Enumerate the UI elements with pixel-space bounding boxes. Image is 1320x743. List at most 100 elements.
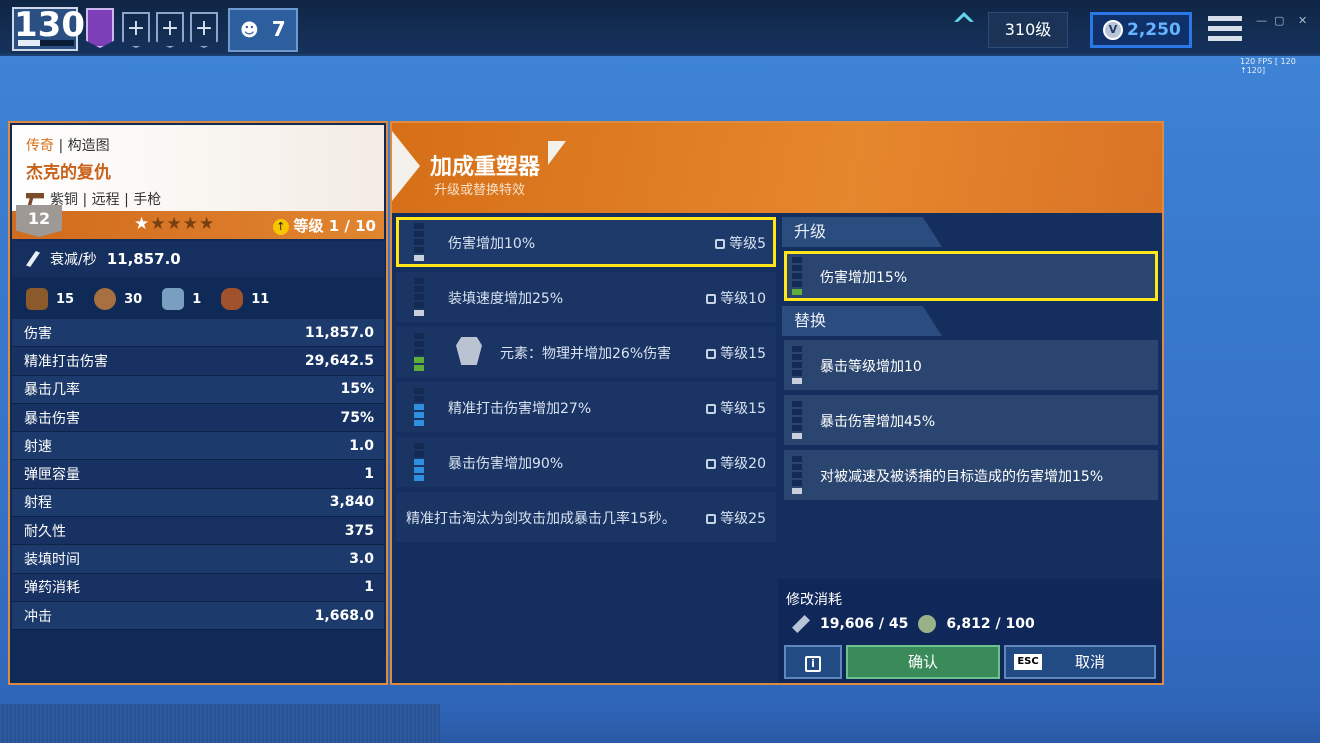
stat-label: 弹药消耗 (24, 580, 80, 597)
stat-row: 伤害 11,857.0 (12, 319, 384, 348)
replace-option-2[interactable]: 暴击伤害增加45% (784, 395, 1158, 445)
perk-name: 元素：物理并增加26%伤害 (500, 346, 672, 362)
stat-value: 1 (364, 466, 374, 483)
upgrade-arrow-icon: ↑ (272, 219, 289, 235)
rarity-pips (414, 223, 424, 263)
lock-icon (706, 459, 717, 469)
materials-row: 15 30 1 11 (12, 281, 384, 317)
weapon-rarity: 传奇 (26, 138, 54, 154)
replace-option-3[interactable]: 对被减速及被诱捕的目标造成的伤害增加15% (784, 450, 1158, 500)
friends-icon: ☻ (240, 20, 259, 41)
cost-1: 19,606 / 45 (820, 616, 909, 632)
stat-row: 弹匣容量 1 (12, 460, 384, 489)
stat-row: 精准打击伤害 29,642.5 (12, 347, 384, 376)
vbucks-amount: 2,250 (1127, 20, 1181, 40)
add-party-slot-3-button[interactable]: + (190, 12, 218, 48)
stat-value: 29,642.5 (304, 352, 374, 369)
perk-requirement: 等级10 (706, 288, 766, 308)
replace-option-1[interactable]: 暴击等级增加10 (784, 340, 1158, 390)
lock-icon (715, 239, 726, 249)
perk-slot-1[interactable]: 伤害增加10% 等级5 (396, 217, 776, 267)
material-value-2: 30 (124, 291, 143, 307)
stat-label: 弹匣容量 (24, 467, 80, 484)
rarity-pips (792, 401, 802, 441)
maximize-icon[interactable]: ▢ (1274, 14, 1284, 27)
star-empty-icons: ★★★★ (150, 214, 216, 234)
reperk-banner: 加成重塑器 升级或替换特效 (392, 123, 1162, 213)
weapon-level-bar: 12 ★★★★★ ↑ 等级 1 / 10 (12, 205, 384, 239)
perk-name: 伤害增加10% (448, 236, 536, 252)
action-buttons: i 确认 ESC 取消 (784, 645, 1156, 679)
minimize-icon[interactable]: — (1256, 14, 1267, 27)
stat-label: 暴击几率 (24, 382, 80, 399)
stat-row: 射程 3,840 (12, 488, 384, 518)
stat-label: 射程 (24, 495, 52, 512)
lock-icon (706, 294, 717, 304)
perk-requirement: 等级5 (715, 233, 766, 253)
replace-name: 暴击等级增加10 (820, 359, 922, 375)
rarity-pips (792, 456, 802, 496)
weapon-info-panel: 传奇 | 构造图 杰克的复仇 紫铜 | 远程 | 手枪 12 ★★★★★ ↑ 等… (8, 121, 388, 685)
star-filled-icon: ★ (134, 214, 151, 234)
reperk-title: 加成重塑器 (430, 155, 541, 180)
power-level-badge[interactable]: 130 (12, 5, 85, 51)
weapon-level-badge: 12 (16, 205, 62, 237)
perk-slot-6[interactable]: 精准打击淘汰为剑攻击加成暴击几率15秒。 等级25 (396, 492, 776, 542)
perk-slot-4[interactable]: 精准打击伤害增加27% 等级15 (396, 382, 776, 432)
menu-icon[interactable] (1208, 16, 1242, 44)
perk-slot-5[interactable]: 暴击伤害增加90% 等级20 (396, 437, 776, 487)
fps-counter: 120 FPS [ 120 ↑120] (1240, 57, 1296, 75)
dps-label: 衰减/秒 (50, 252, 97, 268)
replace-name: 对被减速及被诱捕的目标造成的伤害增加15% (820, 469, 1104, 485)
add-party-slot-1-button[interactable]: + (122, 12, 150, 48)
stat-row: 暴击几率 15% (12, 375, 384, 404)
stat-label: 装填时间 (24, 552, 80, 569)
stat-label: 耐久性 (24, 523, 66, 540)
replace-name: 暴击伤害增加45% (820, 414, 936, 430)
upgrade-option[interactable]: 伤害增加15% (784, 251, 1158, 301)
lock-icon (706, 404, 717, 414)
stat-value: 1 (364, 579, 374, 596)
banner-flag-icon (548, 141, 566, 165)
reperk-footer: 修改消耗 19,606 / 45 6,812 / 100 i 确认 ESC 取消 (778, 579, 1162, 683)
vbucks-button[interactable]: V 2,250 (1090, 12, 1192, 48)
add-party-slot-2-button[interactable]: + (156, 12, 184, 48)
cost-label: 修改消耗 (786, 592, 842, 608)
perk-slot-3[interactable]: 元素：物理并增加26%伤害 等级15 (396, 327, 776, 377)
info-button[interactable]: i (784, 645, 842, 679)
rarity-pips (414, 388, 424, 428)
banner-icon[interactable] (86, 8, 114, 48)
stat-label: 伤害 (24, 325, 52, 342)
perk-requirement: 等级20 (706, 453, 766, 473)
cancel-button[interactable]: ESC 取消 (1004, 645, 1156, 679)
rarity-pips (414, 443, 424, 483)
perk-name: 暴击伤害增加90% (448, 456, 564, 472)
dps-row: 衰减/秒 11,857.0 (12, 241, 384, 277)
lightning-spider-icon (918, 615, 937, 633)
close-icon[interactable]: ✕ (1298, 14, 1307, 27)
weapon-category: 构造图 (67, 138, 110, 154)
rarity-pips (792, 346, 802, 386)
stat-label: 冲击 (24, 608, 52, 625)
weapon-name: 杰克的复仇 (26, 163, 111, 183)
pistol-icon (26, 193, 44, 205)
stat-row: 暴击伤害 75% (12, 403, 384, 433)
weapon-level-text: 等级 1 / 10 (293, 217, 376, 235)
friends-button[interactable]: ☻ 7 (228, 8, 298, 52)
friends-count: 7 (271, 17, 286, 41)
perk-slot-2[interactable]: 装填速度增加25% 等级10 (396, 272, 776, 322)
power-level: 130 (14, 5, 85, 45)
stat-value: 75% (340, 409, 374, 426)
reperk-panel: 加成重塑器 升级或替换特效 伤害增加10% 等级5 装填速度增加25% 等级10… (390, 121, 1164, 685)
material-value-1: 15 (56, 291, 75, 307)
esc-key-icon: ESC (1014, 654, 1042, 670)
cancel-label: 取消 (1074, 653, 1105, 671)
material-icon-2 (94, 288, 117, 310)
stats-table: 伤害 11,857.0 精准打击伤害 29,642.5 暴击几率 15% 暴击伤害 75… (12, 319, 384, 631)
upgrade-header: 升级 (782, 217, 1164, 247)
perk-requirement: 等级25 (706, 508, 766, 528)
confirm-button[interactable]: 确认 (846, 645, 1000, 679)
weapon-header: 传奇 | 构造图 杰克的复仇 紫铜 | 远程 | 手枪 (12, 125, 384, 211)
stat-row: 射速 1.0 (12, 432, 384, 461)
perk-requirement: 等级15 (706, 343, 766, 363)
